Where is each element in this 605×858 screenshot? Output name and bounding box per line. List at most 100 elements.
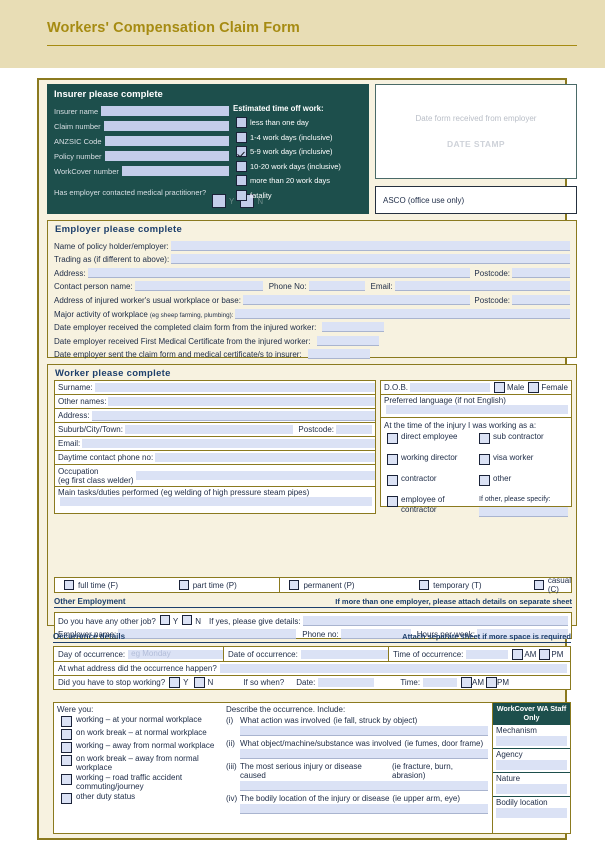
- stop-working-no-checkbox[interactable]: [193, 677, 205, 688]
- worker-email-input[interactable]: [82, 439, 375, 448]
- status-part-time[interactable]: part time (P): [170, 578, 280, 592]
- staff-mechanism-input[interactable]: [496, 736, 567, 746]
- describe-item-input[interactable]: [240, 804, 488, 814]
- employer-postcode-input[interactable]: [512, 267, 570, 278]
- casual-checkbox[interactable]: [533, 580, 544, 590]
- status-permanent[interactable]: permanent (P): [280, 578, 410, 592]
- employer-name-input[interactable]: [170, 240, 570, 251]
- staff-agency-input[interactable]: [496, 760, 567, 770]
- medical-practitioner-yes-checkbox[interactable]: [212, 194, 226, 208]
- worker-surname-input[interactable]: [94, 383, 375, 392]
- temporary-checkbox[interactable]: [419, 580, 430, 590]
- workcover-number-input[interactable]: [121, 166, 229, 176]
- describe-item-input[interactable]: [240, 749, 488, 759]
- visa-worker-checkbox[interactable]: [479, 454, 490, 465]
- employer-workplace-input[interactable]: [242, 294, 471, 305]
- time-off-option-row[interactable]: 10-20 work days (inclusive): [233, 160, 365, 173]
- time-off-option-row[interactable]: 1-4 work days (inclusive): [233, 131, 365, 144]
- other-job-yes-checkbox[interactable]: [159, 615, 170, 625]
- time-off-option-row[interactable]: 5-9 work days (inclusive): [233, 145, 365, 158]
- date-received-cert-input[interactable]: [316, 335, 379, 346]
- were-you-option[interactable]: on work break – away from normal workpla…: [57, 754, 219, 772]
- employer-address-input[interactable]: [87, 267, 471, 278]
- employer-activity-input[interactable]: [235, 308, 570, 319]
- worker-tasks-input[interactable]: [60, 497, 372, 506]
- occurrence-address-input[interactable]: [219, 664, 567, 673]
- worker-phone-input[interactable]: [155, 453, 375, 462]
- worker-postcode-input[interactable]: [336, 425, 372, 434]
- asco-box[interactable]: ASCO (office use only): [375, 186, 577, 214]
- full-time-checkbox[interactable]: [64, 580, 74, 590]
- employee-of-contractor-checkbox[interactable]: [387, 496, 398, 507]
- time-off-1-4-days-checkbox[interactable]: [236, 131, 247, 143]
- other-checkbox[interactable]: [479, 475, 490, 486]
- stop-am-checkbox[interactable]: [461, 677, 473, 688]
- working-as-option[interactable]: other: [476, 474, 568, 495]
- employer-email-input[interactable]: [394, 281, 570, 292]
- break-normal-workplace-checkbox[interactable]: [61, 729, 72, 740]
- working-as-option[interactable]: contractor: [384, 474, 476, 495]
- were-you-option[interactable]: working – road traffic accident commutin…: [57, 773, 219, 791]
- workplace-postcode-input[interactable]: [512, 294, 570, 305]
- date-received-claim-input[interactable]: [322, 322, 385, 333]
- working-as-option[interactable]: sub contractor: [476, 432, 568, 453]
- stop-working-yes-checkbox[interactable]: [169, 677, 181, 688]
- contractor-checkbox[interactable]: [387, 475, 398, 486]
- worker-occupation-input[interactable]: [135, 471, 375, 480]
- stop-pm-checkbox[interactable]: [486, 677, 498, 688]
- time-off-more-than-20-days-checkbox[interactable]: [236, 175, 247, 186]
- describe-item-input[interactable]: [240, 726, 488, 736]
- employer-phone-input[interactable]: [308, 281, 365, 292]
- occurrence-am-checkbox[interactable]: [512, 648, 524, 660]
- time-off-fatality-checkbox[interactable]: [236, 189, 247, 201]
- policy-number-input[interactable]: [104, 151, 229, 161]
- were-you-option[interactable]: on work break – at normal workplace: [57, 728, 219, 740]
- worker-female-checkbox[interactable]: [528, 382, 540, 393]
- staff-bodily-location-input[interactable]: [496, 808, 567, 818]
- stop-time-input[interactable]: [423, 678, 458, 687]
- direct-employee-checkbox[interactable]: [387, 433, 398, 444]
- worker-language-input[interactable]: [386, 405, 568, 414]
- working-normal-workplace-checkbox[interactable]: [61, 716, 72, 727]
- employer-contact-input[interactable]: [134, 281, 263, 292]
- working-as-option[interactable]: working director: [384, 453, 476, 474]
- status-casual[interactable]: casual (C): [525, 576, 571, 594]
- working-director-checkbox[interactable]: [387, 454, 398, 465]
- sub-contractor-checkbox[interactable]: [479, 433, 490, 444]
- staff-nature-input[interactable]: [496, 784, 567, 794]
- insurer-name-input[interactable]: [101, 106, 229, 116]
- time-off-10-20-days-checkbox[interactable]: [236, 160, 247, 172]
- status-temporary[interactable]: temporary (T): [410, 578, 525, 592]
- anzsic-code-input[interactable]: [104, 136, 229, 146]
- other-job-details-input[interactable]: [302, 616, 568, 626]
- describe-item-input[interactable]: [240, 781, 488, 791]
- date-sent-input[interactable]: [307, 349, 370, 360]
- part-time-checkbox[interactable]: [178, 580, 189, 590]
- working-away-workplace-checkbox[interactable]: [61, 742, 72, 753]
- employer-trading-input[interactable]: [171, 254, 570, 265]
- worker-suburb-input[interactable]: [124, 425, 294, 434]
- working-as-option[interactable]: employee of contractor: [384, 495, 476, 516]
- road-traffic-accident-checkbox[interactable]: [61, 774, 72, 785]
- permanent-checkbox[interactable]: [289, 580, 300, 590]
- break-away-workplace-checkbox[interactable]: [61, 755, 72, 766]
- claim-number-input[interactable]: [103, 121, 229, 131]
- occurrence-pm-checkbox[interactable]: [539, 648, 551, 660]
- stop-date-input[interactable]: [318, 678, 375, 687]
- were-you-option[interactable]: other duty status: [57, 792, 219, 804]
- day-of-occurrence-input[interactable]: eg Monday: [128, 649, 223, 659]
- working-as-option[interactable]: direct employee: [384, 432, 476, 453]
- were-you-option[interactable]: working – away from normal workplace: [57, 741, 219, 753]
- other-job-no-checkbox[interactable]: [182, 615, 193, 625]
- time-off-option-row[interactable]: fatality: [233, 189, 365, 202]
- time-of-occurrence-input[interactable]: [466, 649, 509, 659]
- time-off-less-than-one-day-checkbox[interactable]: [236, 117, 247, 128]
- were-you-option[interactable]: working – at your normal workplace: [57, 715, 219, 727]
- worker-address-input[interactable]: [91, 410, 375, 421]
- worker-dob-input[interactable]: [410, 383, 490, 392]
- if-other-specify-input[interactable]: [479, 506, 568, 517]
- status-full-time[interactable]: full time (F): [55, 578, 170, 592]
- worker-male-checkbox[interactable]: [493, 382, 505, 393]
- time-off-5-9-days-checkbox[interactable]: [236, 146, 247, 157]
- date-of-occurrence-input[interactable]: [300, 649, 388, 659]
